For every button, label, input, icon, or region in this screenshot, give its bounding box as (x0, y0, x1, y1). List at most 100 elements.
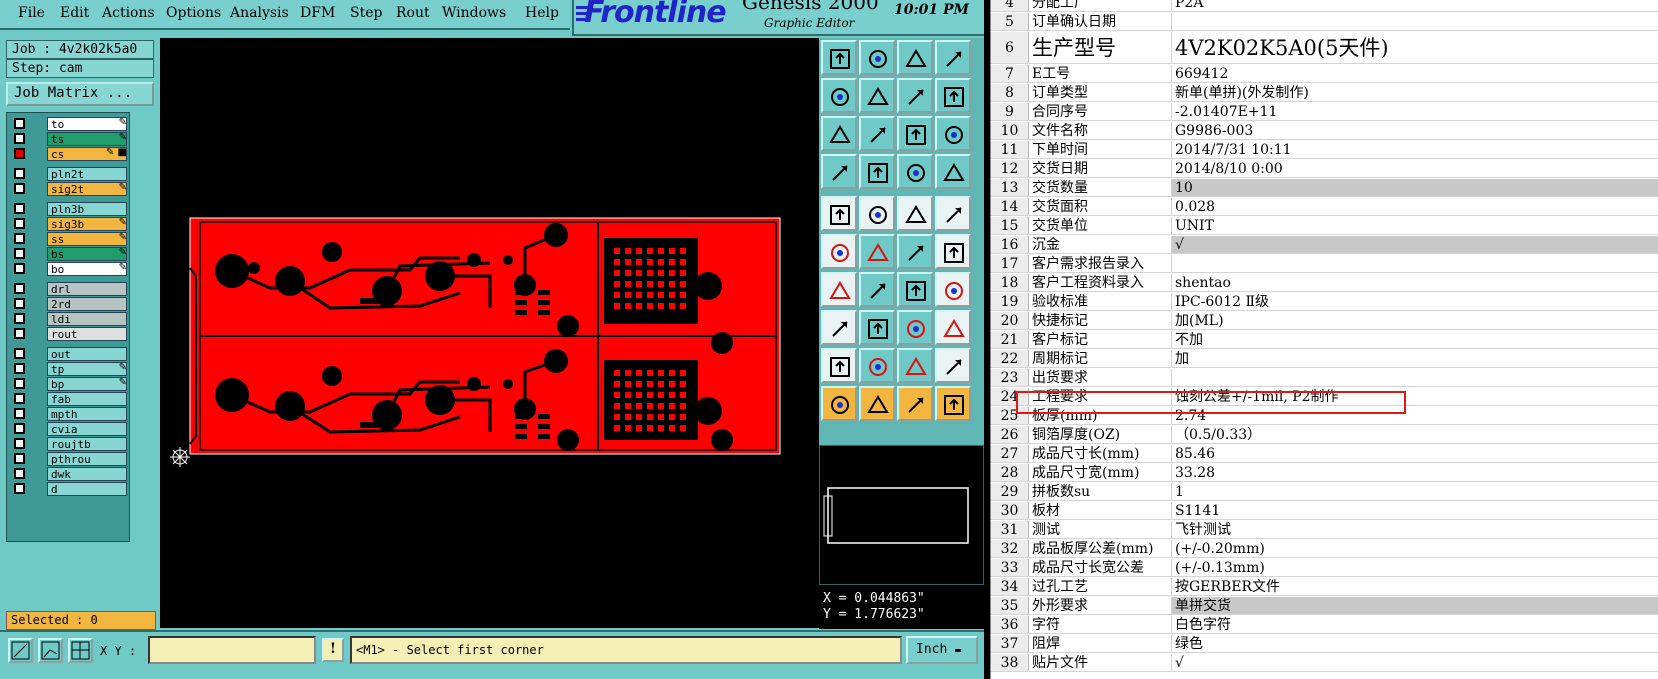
move-button[interactable] (935, 310, 971, 345)
sheet-row[interactable]: 14 交货面积 0.028 (991, 198, 1658, 216)
layer-name[interactable]: bo (47, 262, 127, 276)
cell-value[interactable] (1172, 255, 1658, 272)
cell-label[interactable]: 字符 (1029, 616, 1172, 633)
layer-name[interactable]: 2rd (47, 297, 127, 311)
layer-name[interactable]: pln3b (47, 202, 127, 216)
menu-help[interactable]: Help (525, 5, 559, 21)
graphic-canvas[interactable] (160, 38, 820, 628)
sheet-row[interactable]: 28 成品尺寸宽(mm) 33.28 (991, 464, 1658, 482)
sheet-row[interactable]: 6 生产型号 4V2K02K5A0(5天件) (991, 32, 1658, 64)
zoom-1-2-button[interactable] (897, 116, 933, 151)
layer-name[interactable]: rout (47, 327, 127, 341)
sheet-row[interactable]: 34 过孔工艺 按GERBER文件 (991, 578, 1658, 596)
cell-value[interactable]: 飞针测试 (1172, 521, 1658, 538)
layer-row-dwk[interactable]: dwk (11, 467, 129, 481)
sheet-row[interactable]: 13 交货数量 10 (991, 179, 1658, 197)
layer-name[interactable]: out (47, 347, 127, 361)
menu-actions[interactable]: Actions (102, 5, 155, 21)
cell-label[interactable]: 铜箔厚度(OZ) (1029, 426, 1172, 443)
cell-value[interactable]: 2014/8/10 0:00 (1172, 160, 1658, 177)
menu-edit[interactable]: Edit (60, 5, 89, 21)
sheet-row[interactable]: 33 成品尺寸长宽公差 (+/-0.13mm) (991, 559, 1658, 577)
delete-button[interactable] (859, 234, 895, 269)
sheet-row[interactable]: 26 铜箔厚度(OZ) （0.5/0.33） (991, 426, 1658, 444)
cell-value[interactable]: 0.028 (1172, 198, 1658, 215)
stretch-button[interactable] (897, 310, 933, 345)
add-line-button[interactable] (897, 234, 933, 269)
dimension-button[interactable] (859, 310, 895, 345)
overview-preview[interactable] (819, 445, 984, 585)
layer-row-out[interactable]: out (11, 347, 129, 361)
layer-checkbox[interactable] (14, 233, 25, 244)
cell-label[interactable]: 快捷标记 (1029, 312, 1172, 329)
sheet-row[interactable]: 11 下单时间 2014/7/31 10:11 (991, 141, 1658, 159)
job-matrix-button[interactable]: Job Matrix ... (6, 82, 154, 106)
cell-label[interactable]: 客户标记 (1029, 331, 1172, 348)
layer-row-pln3b[interactable]: pln3b (11, 202, 129, 216)
layer-row-bs[interactable]: bs ✎ (11, 247, 129, 261)
cell-value[interactable]: 2014/7/31 10:11 (1172, 141, 1658, 158)
layer-row-bo[interactable]: bo ✎ (11, 262, 129, 276)
snap-button[interactable] (821, 196, 857, 231)
grid-button[interactable] (68, 638, 93, 663)
layer-name[interactable]: cvia (47, 422, 127, 436)
layer-row-ss[interactable]: ss ✎ (11, 232, 129, 246)
surface-button[interactable] (859, 348, 895, 383)
layer-checkbox[interactable] (14, 328, 25, 339)
cell-label[interactable]: 订单确认日期 (1029, 13, 1172, 30)
fit-profile-button[interactable] (859, 116, 895, 151)
cell-label[interactable]: 沉金 (1029, 236, 1172, 253)
next-step-button[interactable] (859, 78, 895, 113)
cell-value[interactable]: 加(ML) (1172, 312, 1658, 329)
cell-label[interactable]: 订单类型 (1029, 84, 1172, 101)
sheet-row[interactable]: 9 合同序号 -2.01407E+11 (991, 103, 1658, 121)
cell-label[interactable]: 阻焊 (1029, 635, 1172, 652)
cell-label[interactable]: 交货日期 (1029, 160, 1172, 177)
cell-label[interactable]: 成品尺寸宽(mm) (1029, 464, 1172, 481)
menu-windows[interactable]: Windows (442, 5, 506, 21)
layer-checkbox[interactable] (14, 438, 25, 449)
layer-name[interactable]: roujtb (47, 437, 127, 451)
layer-name[interactable]: sig2t (47, 182, 127, 196)
layer-name[interactable]: fab (47, 392, 127, 406)
sheet-row[interactable]: 4 分配工厂 P2A (991, 0, 1658, 12)
cell-value[interactable]: 33.28 (1172, 464, 1658, 481)
cell-value[interactable]: 白色字符 (1172, 616, 1658, 633)
cell-value[interactable]: （0.5/0.33） (1172, 426, 1658, 443)
sheet-row[interactable]: 8 订单类型 新单(单拼)(外发制作) (991, 84, 1658, 102)
sheet-row[interactable]: 38 贴片文件 √ (991, 654, 1658, 672)
layer-checkbox[interactable] (14, 118, 25, 129)
prev-step-button[interactable] (821, 78, 857, 113)
layer-checkbox[interactable] (14, 393, 25, 404)
menu-dfm[interactable]: DFM (300, 5, 335, 21)
draw-line-button[interactable] (821, 272, 857, 307)
layer-row-d[interactable]: d (11, 482, 129, 496)
cell-label[interactable]: 外形要求 (1029, 597, 1172, 614)
rotate-button[interactable] (897, 272, 933, 307)
cell-value[interactable]: G9986-003 (1172, 122, 1658, 139)
save-step-button[interactable] (859, 40, 895, 75)
sheet-row[interactable]: 29 拼板数su 1 (991, 483, 1658, 501)
unit-selector[interactable]: Inch ▬ (906, 636, 978, 664)
sheet-row[interactable]: 30 板材 S1141 (991, 502, 1658, 520)
xy-input[interactable] (148, 636, 316, 664)
cell-label[interactable]: 合同序号 (1029, 103, 1172, 120)
cell-value[interactable]: 按GERBER文件 (1172, 578, 1658, 595)
layer-row-fab[interactable]: fab (11, 392, 129, 406)
layer-row-tp[interactable]: tp ✎ (11, 362, 129, 376)
cell-value[interactable]: S1141 (1172, 502, 1658, 519)
layer-row-rout[interactable]: rout (11, 327, 129, 341)
layer-name[interactable]: sig3b (47, 217, 127, 231)
layer-checkbox[interactable] (14, 453, 25, 464)
layer-row-pthrou[interactable]: pthrou (11, 452, 129, 466)
layer-checkbox[interactable] (14, 218, 25, 229)
cell-label[interactable]: 生产型号 (1029, 32, 1172, 63)
cell-label[interactable]: E工号 (1029, 65, 1172, 82)
layer-name[interactable]: pthrou (47, 452, 127, 466)
cell-value[interactable] (1172, 13, 1658, 30)
menu-analysis[interactable]: Analysis (230, 5, 289, 21)
cell-label[interactable]: 过孔工艺 (1029, 578, 1172, 595)
sheet-row[interactable]: 36 字符 白色字符 (991, 616, 1658, 634)
cell-label[interactable]: 下单时间 (1029, 141, 1172, 158)
connect-button[interactable] (821, 234, 857, 269)
